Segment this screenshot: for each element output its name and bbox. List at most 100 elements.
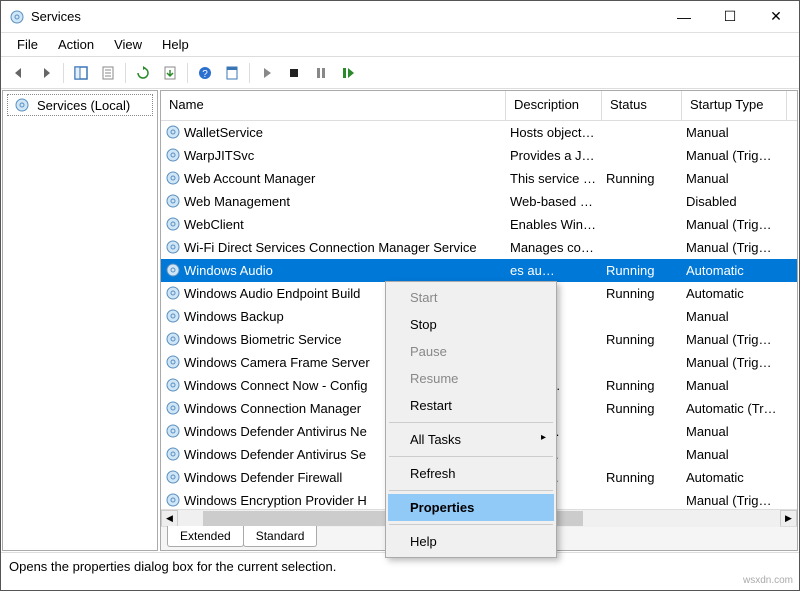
service-name-cell: WalletService bbox=[161, 124, 506, 140]
column-header-name[interactable]: Name bbox=[161, 91, 506, 120]
gear-icon bbox=[165, 423, 181, 439]
gear-icon bbox=[165, 193, 181, 209]
stop-service-button[interactable] bbox=[282, 61, 306, 85]
service-startup-cell: Manual bbox=[682, 125, 787, 140]
restart-service-button[interactable] bbox=[336, 61, 360, 85]
service-row[interactable]: Web ManagementWeb-based …Disabled bbox=[161, 190, 797, 213]
toolbar-separator bbox=[125, 63, 126, 83]
scroll-left-button[interactable]: ◀ bbox=[161, 510, 178, 527]
gear-icon bbox=[165, 331, 181, 347]
gear-icon bbox=[165, 354, 181, 370]
column-header-startup[interactable]: Startup Type bbox=[682, 91, 787, 120]
ctx-refresh[interactable]: Refresh bbox=[388, 460, 554, 487]
context-separator bbox=[389, 456, 553, 457]
service-row[interactable]: Wi-Fi Direct Services Connection Manager… bbox=[161, 236, 797, 259]
service-status-cell: Running bbox=[602, 401, 682, 416]
column-header-description[interactable]: Description bbox=[506, 91, 602, 120]
gear-icon bbox=[165, 239, 181, 255]
menu-action[interactable]: Action bbox=[48, 34, 104, 55]
gear-icon bbox=[165, 262, 181, 278]
gear-icon bbox=[165, 308, 181, 324]
service-description-cell: Enables Win… bbox=[506, 217, 602, 232]
export-button[interactable] bbox=[158, 61, 182, 85]
forward-button[interactable] bbox=[34, 61, 58, 85]
service-status-cell: Running bbox=[602, 263, 682, 278]
service-startup-cell: Automatic bbox=[682, 286, 787, 301]
ctx-resume[interactable]: Resume bbox=[388, 365, 554, 392]
refresh-button[interactable] bbox=[131, 61, 155, 85]
service-startup-cell: Manual bbox=[682, 309, 787, 324]
context-menu: Start Stop Pause Resume Restart All Task… bbox=[385, 281, 557, 558]
start-service-button[interactable] bbox=[255, 61, 279, 85]
ctx-all-tasks[interactable]: All Tasks bbox=[388, 426, 554, 453]
tab-extended[interactable]: Extended bbox=[167, 526, 244, 547]
export-list-button[interactable] bbox=[96, 61, 120, 85]
tree-node-services-local[interactable]: Services (Local) bbox=[7, 94, 153, 116]
service-startup-cell: Manual (Trig… bbox=[682, 355, 787, 370]
minimize-button[interactable]: — bbox=[661, 1, 707, 32]
context-separator bbox=[389, 422, 553, 423]
service-startup-cell: Manual (Trig… bbox=[682, 148, 787, 163]
service-name-cell: Windows Audio bbox=[161, 262, 506, 278]
service-startup-cell: Manual bbox=[682, 424, 787, 439]
gear-icon bbox=[165, 170, 181, 186]
svg-text:?: ? bbox=[202, 69, 208, 80]
list-header: Name Description Status Startup Type bbox=[161, 91, 797, 121]
tree-node-label: Services (Local) bbox=[37, 98, 130, 113]
pause-service-button[interactable] bbox=[309, 61, 333, 85]
service-startup-cell: Manual (Trig… bbox=[682, 332, 787, 347]
scroll-right-button[interactable]: ▶ bbox=[780, 510, 797, 527]
window-controls: — ☐ ✕ bbox=[661, 1, 799, 32]
maximize-button[interactable]: ☐ bbox=[707, 1, 753, 32]
tree-pane[interactable]: Services (Local) bbox=[2, 90, 158, 551]
service-startup-cell: Automatic bbox=[682, 470, 787, 485]
context-separator bbox=[389, 524, 553, 525]
service-startup-cell: Manual (Trig… bbox=[682, 240, 787, 255]
close-button[interactable]: ✕ bbox=[753, 1, 799, 32]
show-hide-tree-button[interactable] bbox=[69, 61, 93, 85]
service-status-cell: Running bbox=[602, 286, 682, 301]
gear-icon bbox=[165, 446, 181, 462]
service-row[interactable]: WarpJITSvcProvides a JI… Manual (Trig… bbox=[161, 144, 797, 167]
service-row[interactable]: WalletServiceHosts object…Manual bbox=[161, 121, 797, 144]
menubar: File Action View Help bbox=[1, 33, 799, 57]
ctx-restart[interactable]: Restart bbox=[388, 392, 554, 419]
status-text: Opens the properties dialog box for the … bbox=[9, 559, 336, 574]
service-status-cell: Running bbox=[602, 470, 682, 485]
gear-icon bbox=[165, 216, 181, 232]
toolbar-separator bbox=[249, 63, 250, 83]
window-title: Services bbox=[31, 9, 661, 24]
service-description-cell: Provides a JI… bbox=[506, 148, 602, 163]
ctx-help[interactable]: Help bbox=[388, 528, 554, 555]
toolbar: ? bbox=[1, 57, 799, 89]
watermark: wsxdn.com bbox=[743, 575, 793, 586]
menu-file[interactable]: File bbox=[7, 34, 48, 55]
ctx-stop[interactable]: Stop bbox=[388, 311, 554, 338]
gear-icon bbox=[165, 377, 181, 393]
tab-standard[interactable]: Standard bbox=[243, 526, 318, 547]
service-name-cell: Web Management bbox=[161, 193, 506, 209]
ctx-pause[interactable]: Pause bbox=[388, 338, 554, 365]
service-row[interactable]: Windows Audioes au…RunningAutomatic bbox=[161, 259, 797, 282]
service-status-cell: Running bbox=[602, 171, 682, 186]
column-header-status[interactable]: Status bbox=[602, 91, 682, 120]
ctx-properties[interactable]: Properties bbox=[388, 494, 554, 521]
service-row[interactable]: Web Account ManagerThis service i…Runnin… bbox=[161, 167, 797, 190]
service-row[interactable]: WebClientEnables Win… Manual (Trig… bbox=[161, 213, 797, 236]
service-name-cell: WebClient bbox=[161, 216, 506, 232]
service-startup-cell: Manual (Trig… bbox=[682, 493, 787, 508]
back-button[interactable] bbox=[7, 61, 31, 85]
service-name-cell: WarpJITSvc bbox=[161, 147, 506, 163]
service-startup-cell: Manual bbox=[682, 378, 787, 393]
menu-help[interactable]: Help bbox=[152, 34, 199, 55]
help-button[interactable]: ? bbox=[193, 61, 217, 85]
service-startup-cell: Manual (Trig… bbox=[682, 217, 787, 232]
ctx-start[interactable]: Start bbox=[388, 284, 554, 311]
service-description-cell: Web-based … bbox=[506, 194, 602, 209]
menu-view[interactable]: View bbox=[104, 34, 152, 55]
service-description-cell: es au… bbox=[506, 263, 602, 278]
toolbar-separator bbox=[187, 63, 188, 83]
properties-toolbar-button[interactable] bbox=[220, 61, 244, 85]
gear-icon bbox=[14, 97, 30, 113]
service-description-cell: This service i… bbox=[506, 171, 602, 186]
